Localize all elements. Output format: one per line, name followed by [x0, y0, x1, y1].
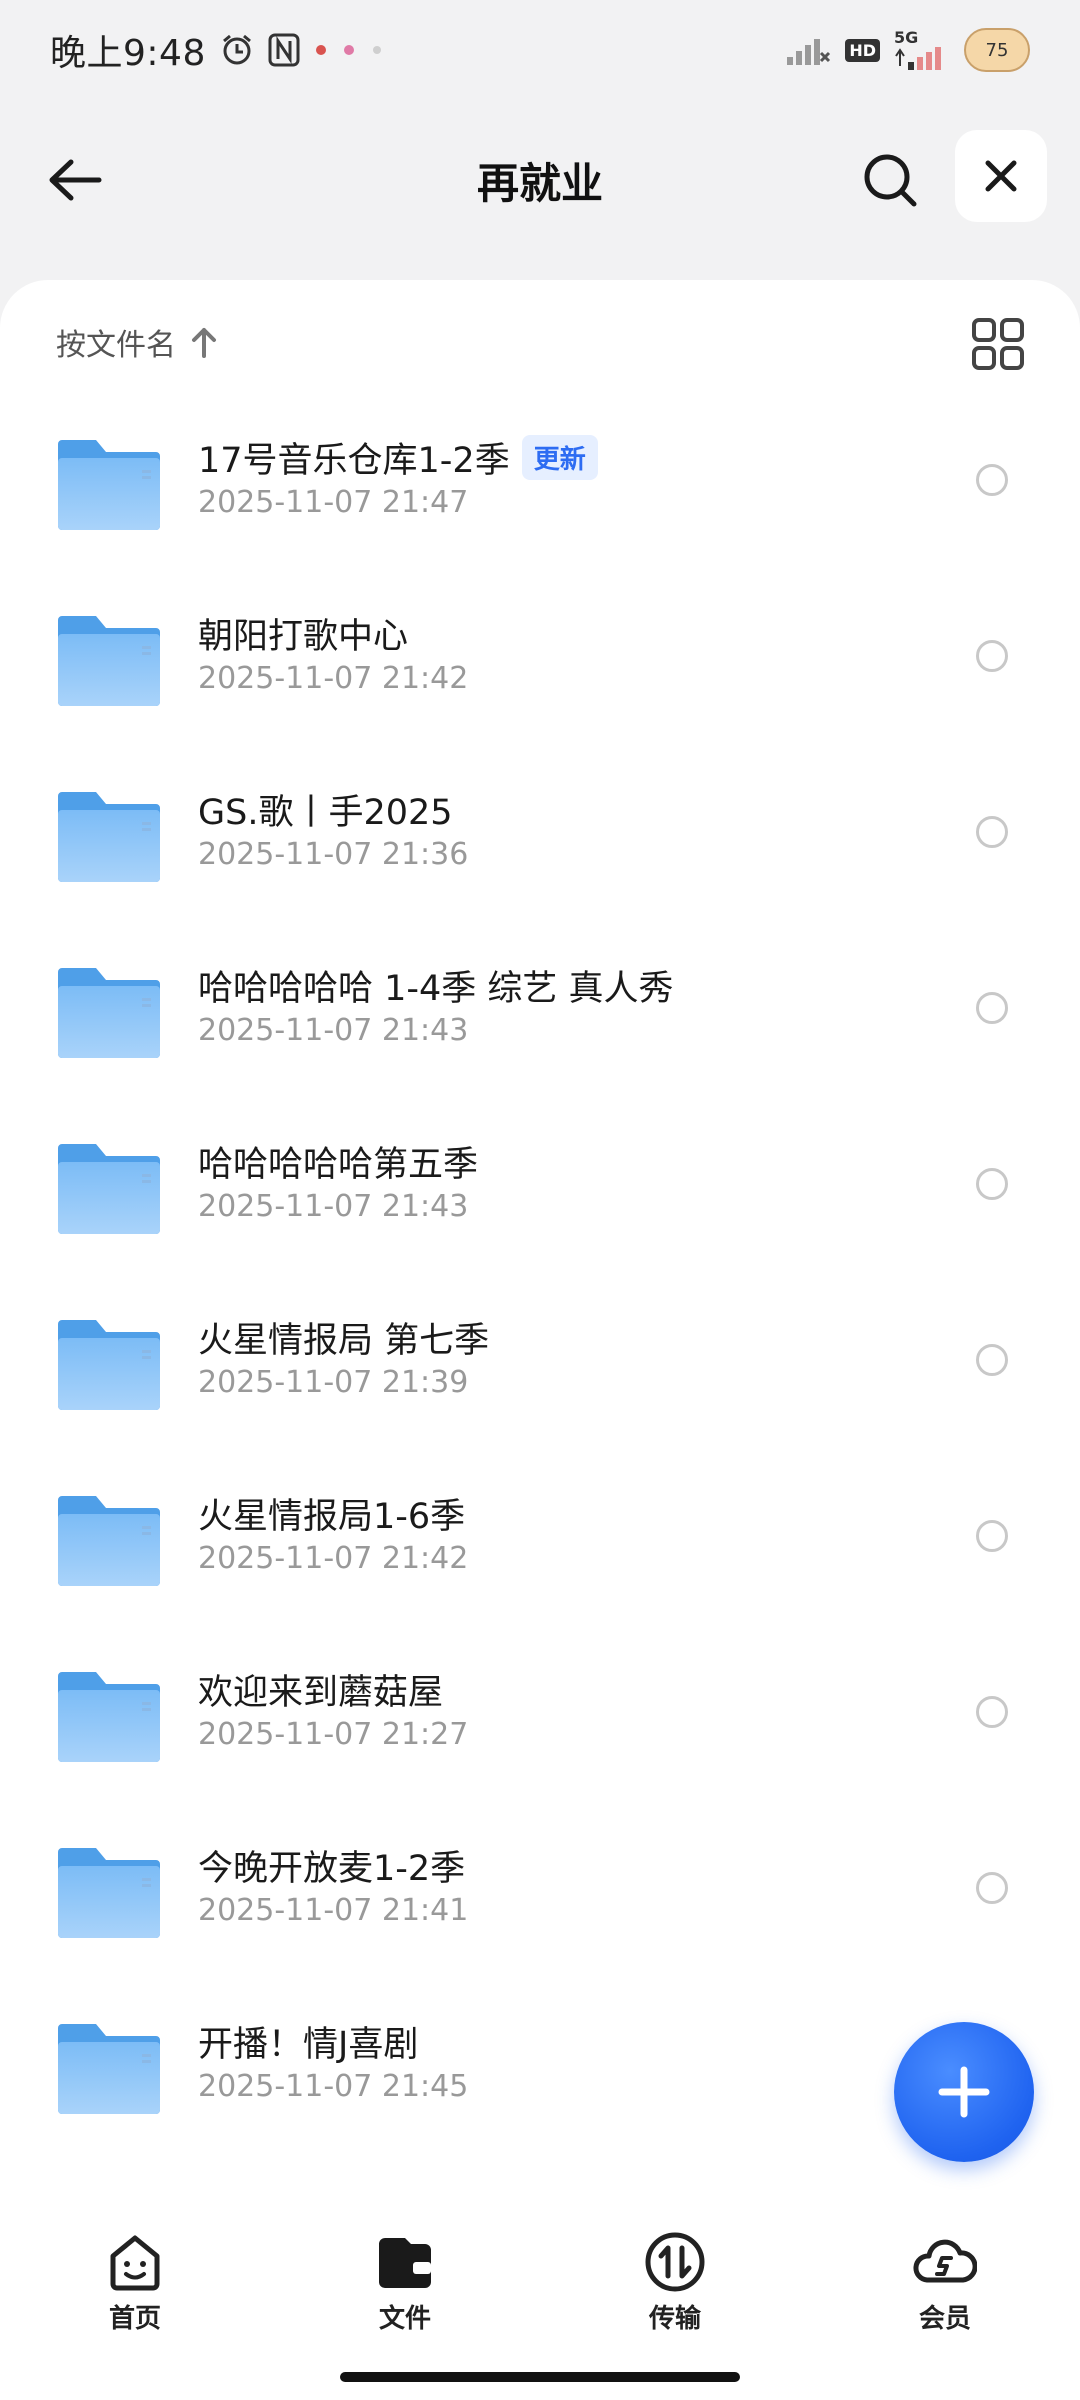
folder-icon	[58, 616, 160, 706]
search-icon	[864, 154, 917, 207]
file-row[interactable]: 今晚开放麦1-2季 2025-11-07 21:41	[0, 1798, 1080, 1974]
file-list: 17号音乐仓库1-2季 更新 2025-11-07 21:47 朝阳打歌中心 2…	[0, 390, 1080, 2150]
folder-icon	[58, 792, 160, 882]
nav-vip[interactable]: 会员	[810, 2200, 1080, 2400]
status-bar: 晚上9:48 HD 5G 75	[0, 0, 1080, 100]
transfer-icon	[643, 2230, 707, 2294]
close-icon	[985, 160, 1017, 192]
nav-home[interactable]: 首页	[0, 2200, 270, 2400]
file-date: 2025-11-07 21:42	[198, 661, 469, 696]
folder-icon	[58, 1672, 160, 1762]
grid-icon	[972, 318, 1024, 370]
folder-icon	[58, 440, 160, 530]
file-row[interactable]: GS.歌丨手2025 2025-11-07 21:36	[0, 742, 1080, 918]
nav-transfer-label: 传输	[648, 2304, 701, 2334]
file-date: 2025-11-07 21:45	[198, 2069, 469, 2104]
bottom-nav: 首页 文件 传输 会员	[0, 2200, 1080, 2400]
select-radio[interactable]	[976, 1168, 1008, 1200]
file-name: 火星情报局1-6季	[198, 1497, 466, 1537]
file-row[interactable]: 哈哈哈哈哈 1-4季 综艺 真人秀 2025-11-07 21:43	[0, 918, 1080, 1094]
battery-level: 75	[985, 39, 1009, 61]
arrow-up-icon	[192, 328, 216, 358]
file-name: 火星情报局 第七季	[198, 1321, 490, 1361]
file-name: 朝阳打歌中心	[198, 617, 409, 657]
file-name: 17号音乐仓库1-2季	[198, 441, 510, 481]
folder-icon	[58, 1496, 160, 1586]
hd-badge: HD	[845, 38, 880, 62]
select-radio[interactable]	[976, 1344, 1008, 1376]
nav-files-label: 文件	[378, 2304, 431, 2334]
file-name: 欢迎来到蘑菇屋	[198, 1673, 444, 1713]
folder-icon	[58, 1848, 160, 1938]
wallet-icon	[373, 2230, 437, 2294]
nav-vip-label: 会员	[918, 2304, 971, 2334]
file-name: GS.歌丨手2025	[198, 793, 453, 833]
notification-app-icon	[314, 43, 328, 57]
folder-icon	[58, 2024, 160, 2114]
battery-icon: 75	[964, 28, 1030, 72]
file-name: 哈哈哈哈哈第五季	[198, 1145, 479, 1185]
folder-icon	[58, 1144, 160, 1234]
file-row[interactable]: 哈哈哈哈哈第五季 2025-11-07 21:43	[0, 1094, 1080, 1270]
alarm-icon	[220, 33, 254, 67]
file-date: 2025-11-07 21:43	[198, 1189, 469, 1224]
app-header: 再就业	[0, 120, 1080, 240]
close-button[interactable]	[955, 130, 1047, 222]
plus-icon	[938, 2066, 990, 2118]
file-row[interactable]: 欢迎来到蘑菇屋 2025-11-07 21:27	[0, 1622, 1080, 1798]
select-radio[interactable]	[976, 1520, 1008, 1552]
file-name: 今晚开放麦1-2季	[198, 1849, 466, 1889]
cloud-vip-icon	[913, 2230, 977, 2294]
notification-app-icon	[342, 43, 356, 57]
select-radio[interactable]	[976, 816, 1008, 848]
grid-view-button[interactable]	[970, 316, 1026, 372]
file-date: 2025-11-07 21:47	[198, 485, 469, 520]
cellular-5g-icon: 5G	[894, 30, 950, 70]
smiley-icon	[103, 2230, 167, 2294]
file-date: 2025-11-07 21:27	[198, 1717, 469, 1752]
search-button[interactable]	[855, 145, 925, 215]
file-name: 哈哈哈哈哈 1-4季 综艺 真人秀	[198, 969, 674, 1009]
select-radio[interactable]	[976, 992, 1008, 1024]
home-indicator[interactable]	[340, 2372, 740, 2382]
add-button[interactable]	[894, 2022, 1034, 2162]
network-label: 5G	[894, 28, 919, 47]
file-date: 2025-11-07 21:36	[198, 837, 469, 872]
file-name: 开播！情J喜剧	[198, 2025, 419, 2065]
select-radio[interactable]	[976, 1872, 1008, 1904]
nav-transfer[interactable]: 传输	[540, 2200, 810, 2400]
folder-icon	[58, 968, 160, 1058]
file-row[interactable]: 朝阳打歌中心 2025-11-07 21:42	[0, 566, 1080, 742]
select-radio[interactable]	[976, 640, 1008, 672]
file-date: 2025-11-07 21:39	[198, 1365, 469, 1400]
file-row[interactable]: 17号音乐仓库1-2季 更新 2025-11-07 21:47	[0, 390, 1080, 566]
status-time: 晚上9:48	[50, 33, 206, 74]
file-date: 2025-11-07 21:43	[198, 1013, 469, 1048]
update-badge: 更新	[521, 435, 598, 480]
file-row[interactable]: 火星情报局 第七季 2025-11-07 21:39	[0, 1270, 1080, 1446]
sort-label: 按文件名	[56, 328, 176, 363]
folder-icon	[58, 1320, 160, 1410]
file-date: 2025-11-07 21:41	[198, 1893, 469, 1928]
select-radio[interactable]	[976, 1696, 1008, 1728]
file-row[interactable]: 火星情报局1-6季 2025-11-07 21:42	[0, 1446, 1080, 1622]
signal-icon	[785, 33, 831, 67]
notification-app-icon	[370, 43, 384, 57]
nav-files[interactable]: 文件	[270, 2200, 540, 2400]
nav-home-label: 首页	[108, 2304, 161, 2334]
select-radio[interactable]	[976, 464, 1008, 496]
file-date: 2025-11-07 21:42	[198, 1541, 469, 1576]
sort-toggle[interactable]: 按文件名	[56, 320, 218, 364]
nfc-icon	[268, 33, 300, 67]
